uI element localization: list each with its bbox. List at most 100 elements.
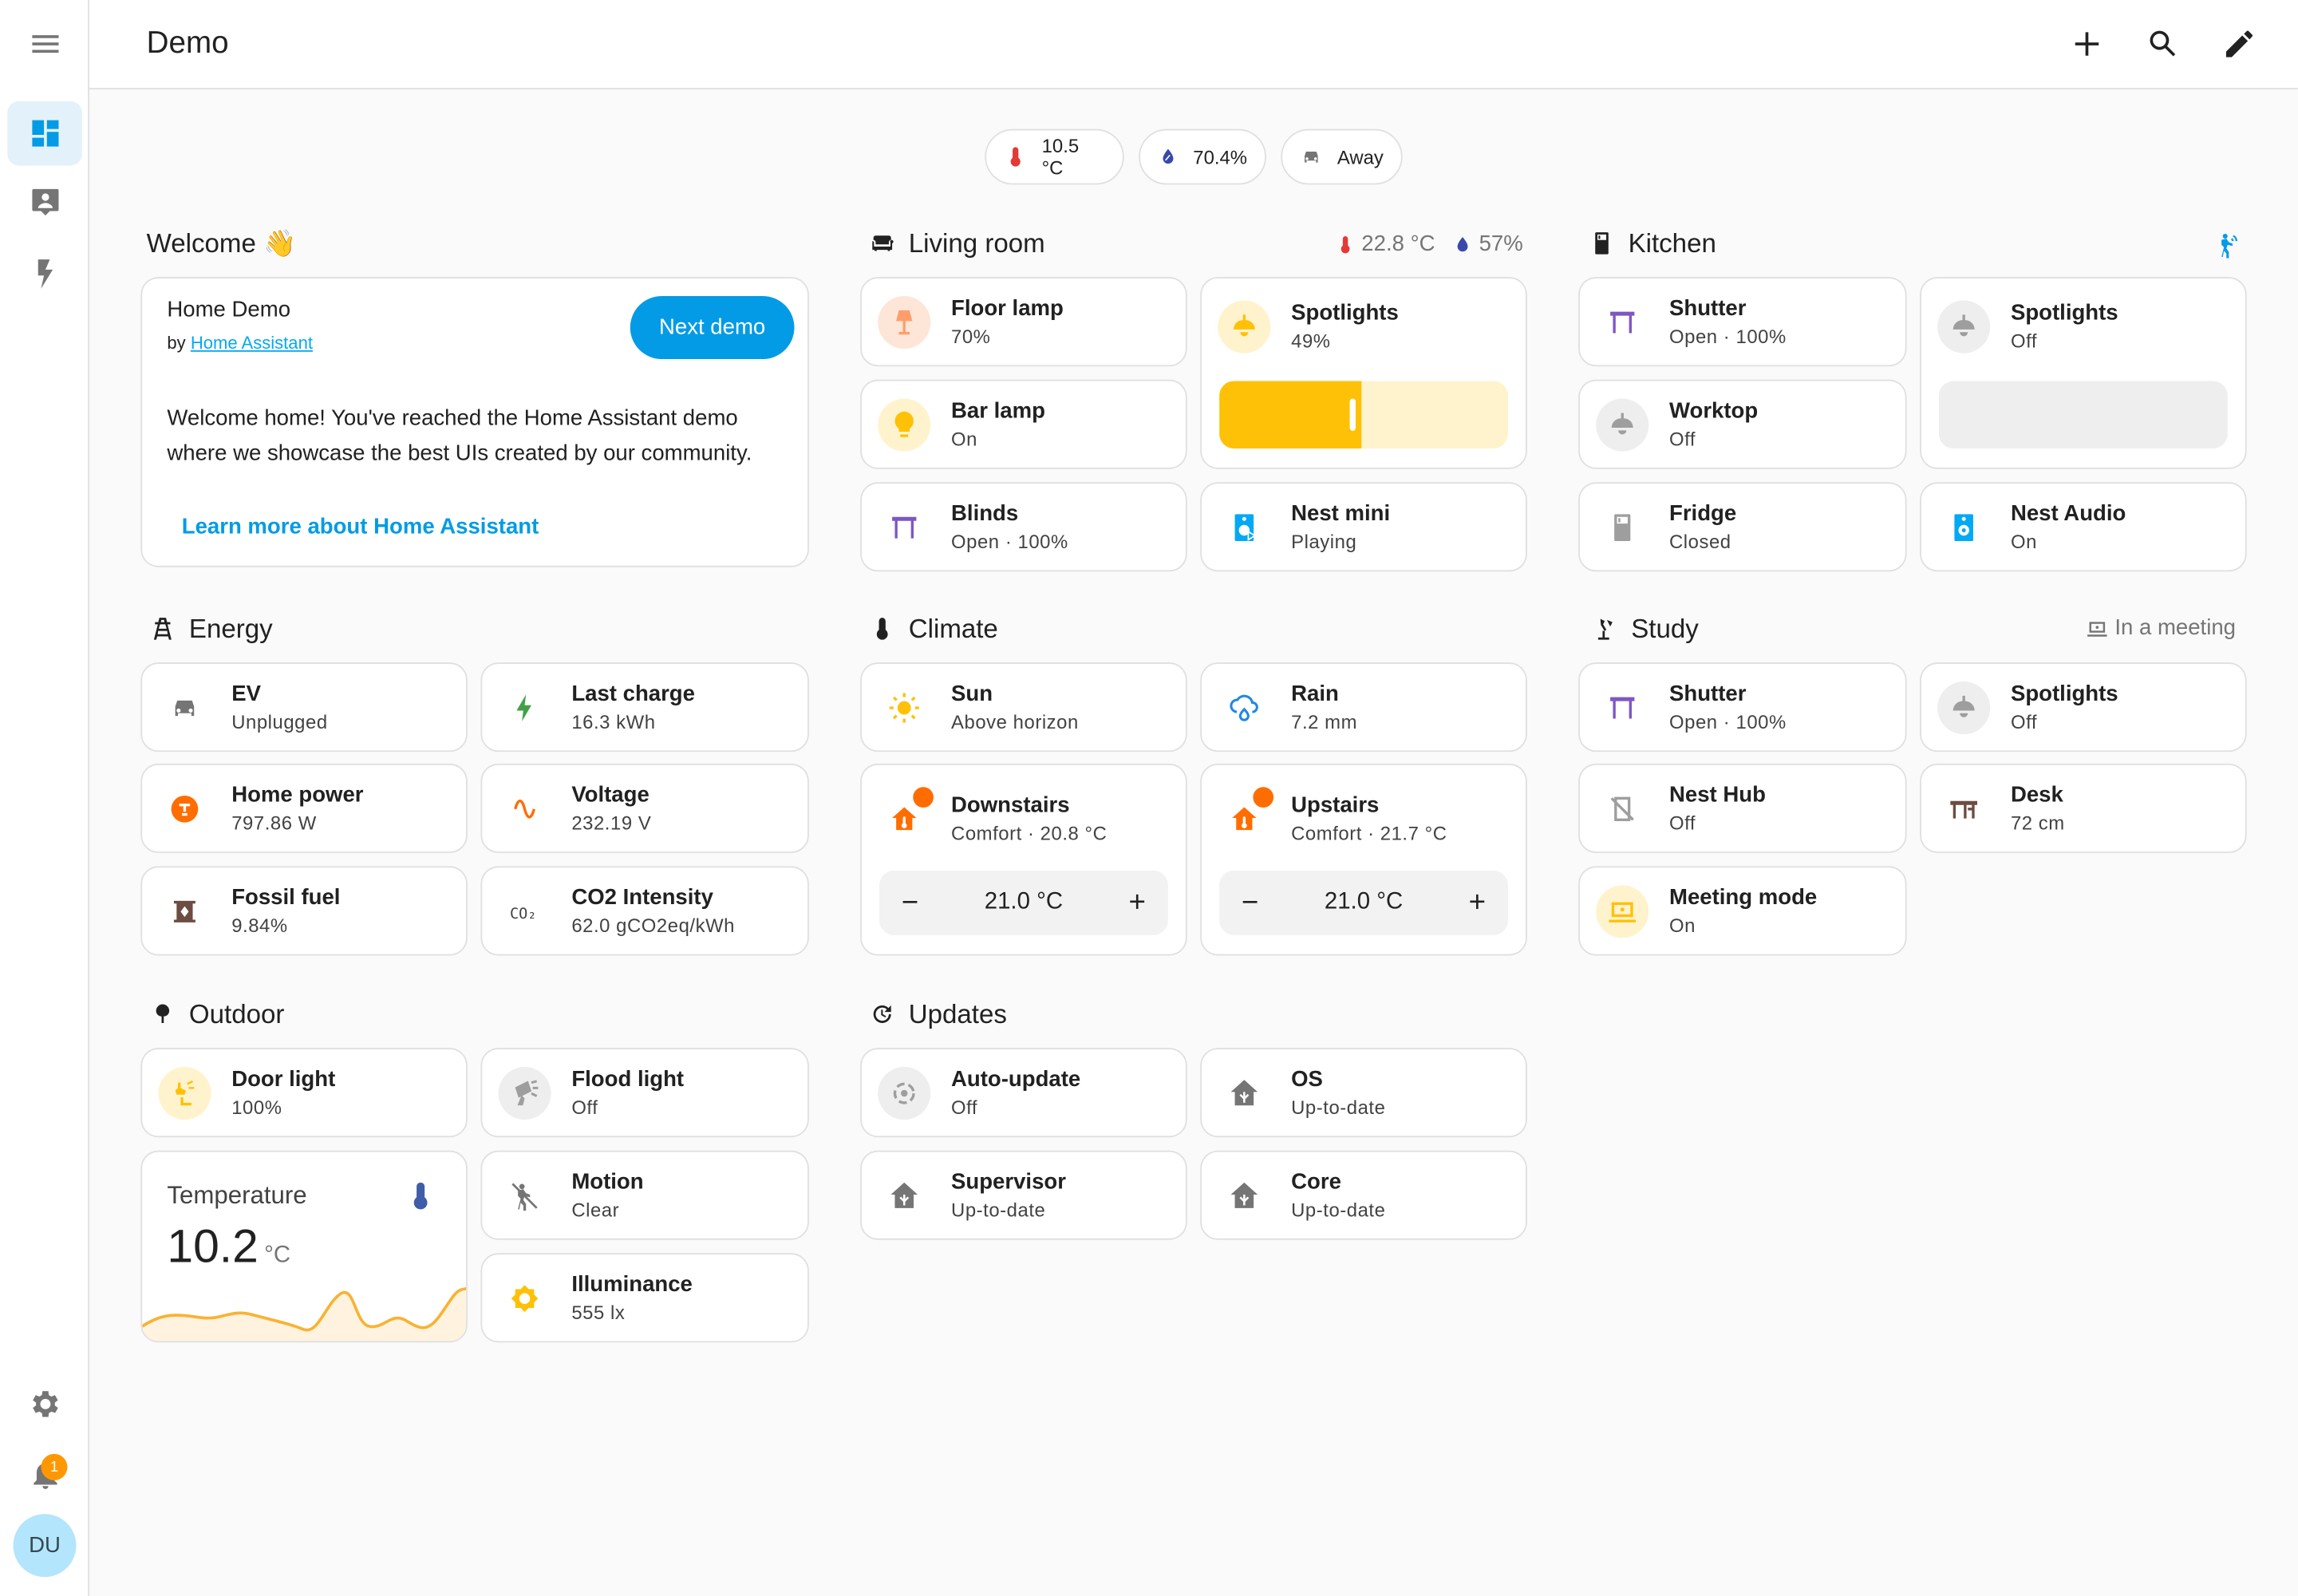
increase-temperature-button[interactable]: + xyxy=(1127,886,1147,919)
section-title-climate: Climate xyxy=(869,611,998,646)
ceiling-light-off-icon xyxy=(1596,397,1649,451)
tile-motion[interactable]: Motion Clear xyxy=(480,1150,809,1240)
thermometer-icon xyxy=(1010,147,1021,167)
brightness-icon xyxy=(498,1271,551,1324)
tile-last-charge[interactable]: Last charge 16.3 kWh xyxy=(480,662,809,753)
badge-value: Away xyxy=(1337,145,1384,168)
brightness-slider-fill xyxy=(1219,381,1361,448)
tile-worktop[interactable]: Worktop Off xyxy=(1578,379,1907,469)
factory-icon xyxy=(158,884,211,937)
badge-value: 10.5 °C xyxy=(1041,134,1080,180)
plus-icon xyxy=(2075,32,2099,56)
update-icon xyxy=(873,1005,891,1023)
sofa-icon xyxy=(872,235,894,251)
sidebar-item-energy[interactable] xyxy=(7,242,82,306)
brightness-slider[interactable] xyxy=(1938,381,2228,448)
speaker-icon xyxy=(1937,500,1990,553)
tile-meeting-mode[interactable]: Meeting mode On xyxy=(1578,866,1907,956)
home-thermometer-icon xyxy=(1218,784,1277,846)
floor-lamp-icon xyxy=(878,295,931,349)
temperature-history-sparkline xyxy=(142,1287,467,1341)
decrease-temperature-button[interactable]: − xyxy=(1240,886,1261,919)
tile-study-spotlights[interactable]: Spotlights Off xyxy=(1920,662,2247,753)
tile-downstairs-thermostat[interactable]: Downstairs Comfort · 20.8 °C − 21.0 °C + xyxy=(860,763,1187,956)
menu-icon[interactable] xyxy=(7,12,82,77)
outdoor-temperature-badge[interactable]: 10.5 °C xyxy=(985,128,1124,185)
author-link[interactable]: Home Assistant xyxy=(191,333,313,354)
tile-fridge[interactable]: Fridge Closed xyxy=(1578,482,1907,572)
tile-core-update[interactable]: Core Up-to-date xyxy=(1200,1150,1527,1240)
car-presence-badge[interactable]: Away xyxy=(1281,128,1403,185)
tile-bar-lamp[interactable]: Bar lamp On xyxy=(860,379,1187,469)
tile-flood-light[interactable]: Flood light Off xyxy=(480,1048,809,1138)
window-shutter-open-icon xyxy=(878,500,930,553)
tile-illuminance[interactable]: Illuminance 555 lx xyxy=(480,1253,809,1343)
target-temperature-control: − 21.0 °C + xyxy=(879,870,1168,935)
tile-study-shutter[interactable]: Shutter Open · 100% xyxy=(1578,662,1907,753)
pencil-icon xyxy=(2225,30,2253,57)
thermometer-icon xyxy=(1340,235,1350,253)
notification-count-badge: 1 xyxy=(41,1453,68,1480)
tile-blinds[interactable]: Blinds Open · 100% xyxy=(860,482,1187,572)
tile-spotlights-living-room[interactable]: Spotlights 49% xyxy=(1200,277,1527,469)
home-thermometer-icon xyxy=(878,784,937,846)
tablet-off-icon xyxy=(1596,782,1648,835)
increase-temperature-button[interactable]: + xyxy=(1467,886,1488,919)
decrease-temperature-button[interactable]: − xyxy=(900,886,921,919)
user-avatar[interactable]: DU xyxy=(13,1514,77,1578)
learn-more-link[interactable]: Learn more about Home Assistant xyxy=(182,515,539,539)
temperature-sensor-card[interactable]: Temperature 10.2 °C xyxy=(140,1150,468,1343)
search-icon xyxy=(2150,30,2176,57)
tile-rain[interactable]: Rain 7.2 mm xyxy=(1200,662,1527,753)
tile-os-update[interactable]: OS Up-to-date xyxy=(1200,1048,1527,1138)
sidebar-item-settings[interactable] xyxy=(7,1372,82,1436)
living-room-sensors: 22.8 °C 57% xyxy=(1335,231,1523,256)
motion-sensor-off-icon xyxy=(498,1169,551,1222)
svg-text:CO₂: CO₂ xyxy=(510,905,536,922)
window-shutter-open-icon xyxy=(1596,295,1648,348)
tile-upstairs-thermostat[interactable]: Upstairs Comfort · 21.7 °C − 21.0 °C + xyxy=(1200,763,1527,956)
lightbulb-icon xyxy=(878,397,931,451)
tile-supervisor-update[interactable]: Supervisor Up-to-date xyxy=(860,1150,1187,1240)
tile-auto-update[interactable]: Auto-update Off xyxy=(860,1048,1187,1138)
tile-sun[interactable]: Sun Above horizon xyxy=(860,662,1187,753)
section-title-living-room: Living room xyxy=(869,226,1045,261)
home-assistant-icon xyxy=(1218,1169,1270,1222)
tile-ev[interactable]: EV Unplugged xyxy=(140,662,468,753)
tile-nest-hub[interactable]: Nest Hub Off xyxy=(1578,763,1907,853)
kitchen-motion-indicator xyxy=(2213,230,2242,259)
speaker-play-icon xyxy=(1218,500,1270,553)
tile-co2-intensity[interactable]: CO₂ CO2 Intensity 62.0 gCO2eq/kWh xyxy=(480,866,809,956)
add-button[interactable] xyxy=(2063,21,2110,68)
brightness-slider[interactable] xyxy=(1219,381,1508,448)
tile-home-power[interactable]: Home power 797.86 W xyxy=(140,763,468,853)
edit-dashboard-button[interactable] xyxy=(2216,21,2263,68)
thermometer-icon xyxy=(413,1182,428,1210)
section-title-energy: Energy xyxy=(149,611,273,646)
tile-kitchen-shutter[interactable]: Shutter Open · 100% xyxy=(1578,277,1907,367)
tile-nest-audio[interactable]: Nest Audio On xyxy=(1920,482,2247,572)
tile-spotlights-kitchen[interactable]: Spotlights Off xyxy=(1920,277,2247,469)
lightning-bolt-icon xyxy=(498,681,551,733)
home-assistant-icon xyxy=(1218,1066,1270,1119)
sidebar-item-notifications[interactable]: 1 xyxy=(7,1442,82,1507)
desk-icon xyxy=(1937,782,1990,835)
brightness-slider-handle[interactable] xyxy=(1348,398,1356,431)
tile-door-light[interactable]: Door light 100% xyxy=(140,1048,468,1138)
welcome-body: Welcome home! You've reached the Home As… xyxy=(167,405,752,467)
next-demo-button[interactable]: Next demo xyxy=(630,295,795,359)
search-button[interactable] xyxy=(2140,21,2187,68)
badge-row: 10.5 °C 70.4% Away xyxy=(0,128,2298,185)
tile-fossil-fuel[interactable]: Fossil fuel 9.84% xyxy=(140,866,468,956)
autorenew-icon xyxy=(878,1066,931,1120)
section-title-welcome: Welcome 👋 xyxy=(146,227,297,258)
tile-voltage[interactable]: Voltage 232.19 V xyxy=(480,763,809,853)
tile-floor-lamp[interactable]: Floor lamp 70% xyxy=(860,277,1187,367)
tile-desk[interactable]: Desk 72 cm xyxy=(1920,763,2247,853)
water-percent-icon xyxy=(1457,236,1468,251)
flash-icon xyxy=(37,259,53,289)
tile-nest-mini[interactable]: Nest mini Playing xyxy=(1200,482,1527,572)
outdoor-humidity-badge[interactable]: 70.4% xyxy=(1139,128,1266,185)
transmission-tower-icon xyxy=(153,618,172,640)
car-icon xyxy=(1305,152,1318,163)
